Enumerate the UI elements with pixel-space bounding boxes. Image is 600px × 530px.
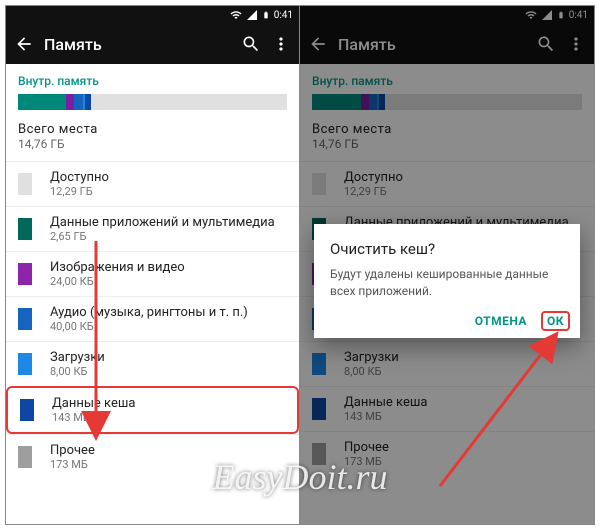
cancel-button[interactable]: ОТМЕНА — [475, 314, 527, 328]
search-icon[interactable] — [241, 34, 261, 54]
swatch-icon — [18, 218, 32, 240]
storage-item[interactable]: Прочее173 МБ — [6, 434, 299, 479]
item-label: Данные приложений и мультимедиа — [50, 215, 275, 230]
swatch-icon — [18, 353, 32, 375]
battery-icon — [262, 9, 270, 21]
item-value: 12,29 ГБ — [50, 185, 109, 198]
item-value: 40,00 КБ — [50, 320, 248, 333]
storage-item[interactable]: Аудио (музыка, рингтоны и т. п.)40,00 КБ — [6, 296, 299, 341]
swatch-icon — [18, 308, 32, 330]
item-label: Прочее — [50, 443, 95, 458]
dialog-title: Очистить кеш? — [330, 240, 564, 258]
wifi-icon — [230, 9, 242, 21]
storage-item[interactable]: Данные кеша143 МБ — [6, 386, 299, 434]
overflow-icon[interactable] — [271, 34, 291, 54]
ok-button[interactable]: ОК — [541, 311, 570, 331]
appbar-title: Память — [44, 35, 231, 54]
storage-item[interactable]: Загрузки8,00 КБ — [6, 341, 299, 386]
item-label: Данные кеша — [52, 396, 135, 411]
item-value: 2,65 ГБ — [50, 230, 275, 243]
signal-icon — [246, 9, 258, 21]
screenshot-after: 0:41 Память Внутр. память Всего места 14… — [300, 6, 594, 524]
swatch-icon — [18, 263, 32, 285]
item-label: Изображения и видео — [50, 260, 185, 275]
screenshot-before: 0:41 Память Внутр. память Всего места 14… — [6, 6, 300, 524]
dialog-message: Будут удалены кешированные данные всех п… — [330, 266, 564, 300]
usage-bar — [18, 94, 287, 110]
swatch-icon — [20, 399, 34, 421]
item-label: Аудио (музыка, рингтоны и т. п.) — [50, 305, 248, 320]
back-icon[interactable] — [14, 34, 34, 54]
item-value: 8,00 КБ — [50, 365, 105, 378]
storage-item[interactable]: Данные приложений и мультимедиа2,65 ГБ — [6, 206, 299, 251]
storage-item[interactable]: Доступно12,29 ГБ — [6, 161, 299, 206]
item-value: 173 МБ — [50, 458, 95, 471]
total-label: Всего места — [18, 122, 287, 137]
total-row: Всего места 14,76 ГБ — [6, 122, 299, 161]
app-bar: Память — [6, 24, 299, 64]
swatch-icon — [18, 173, 32, 195]
item-value: 24,00 КБ — [50, 275, 185, 288]
item-label: Загрузки — [50, 350, 105, 365]
item-label: Доступно — [50, 170, 109, 185]
storage-item[interactable]: Изображения и видео24,00 КБ — [6, 251, 299, 296]
section-label: Внутр. память — [6, 64, 299, 94]
clear-cache-dialog: Очистить кеш? Будут удалены кешированные… — [314, 224, 580, 338]
status-bar: 0:41 — [6, 6, 299, 24]
swatch-icon — [18, 446, 32, 468]
storage-content: Внутр. память Всего места 14,76 ГБ Досту… — [6, 64, 299, 479]
item-value: 143 МБ — [52, 411, 135, 424]
status-time: 0:41 — [274, 10, 293, 21]
total-value: 14,76 ГБ — [18, 137, 287, 151]
